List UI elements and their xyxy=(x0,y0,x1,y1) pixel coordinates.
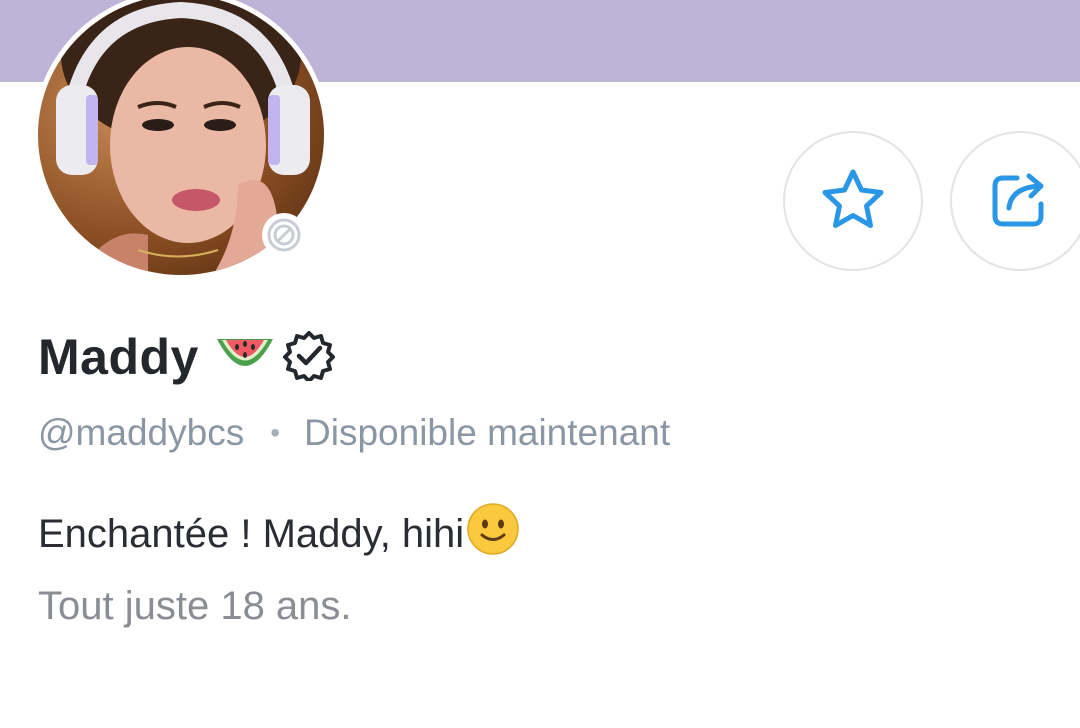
bio-line-2: Tout juste 18 ans. xyxy=(38,583,352,628)
username: @maddybcs xyxy=(38,412,245,453)
offline-status-icon xyxy=(262,213,306,257)
watermelon-emoji-icon xyxy=(213,331,277,384)
availability-status: Disponible maintenant xyxy=(304,412,671,453)
separator-dot: • xyxy=(270,417,281,448)
verified-badge-icon xyxy=(282,329,335,386)
display-name: Maddy xyxy=(38,329,199,385)
star-icon xyxy=(820,168,886,235)
share-profile-button[interactable] xyxy=(950,131,1080,271)
profile-name-row: Maddy xyxy=(38,322,335,392)
slightly-smiling-face-icon xyxy=(466,502,520,566)
add-to-favorites-button[interactable] xyxy=(783,131,923,271)
bio-line-1: Enchantée ! Maddy, hihi xyxy=(38,511,465,556)
share-icon xyxy=(989,168,1051,235)
bio-text: Enchantée ! Maddy, hihi xyxy=(38,503,520,562)
profile-meta-row: @maddybcs • Disponible maintenant xyxy=(38,408,670,458)
